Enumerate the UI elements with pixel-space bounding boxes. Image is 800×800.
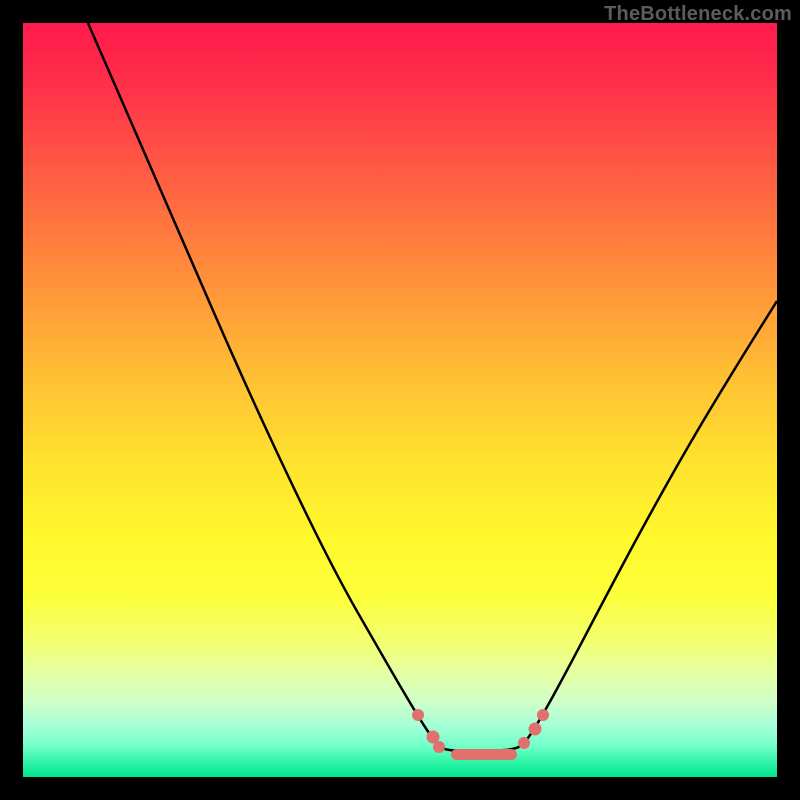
curve-layer xyxy=(23,23,777,777)
marker-group xyxy=(412,709,549,760)
bottleneck-curve xyxy=(88,23,777,751)
curve-marker-bar xyxy=(451,749,517,760)
curve-marker-dot xyxy=(537,709,549,721)
curve-marker-dot xyxy=(412,709,424,721)
plot-area xyxy=(23,23,777,777)
curve-marker-dot xyxy=(433,741,445,753)
chart-frame: TheBottleneck.com xyxy=(0,0,800,800)
curve-marker-dot xyxy=(529,723,542,736)
curve-marker-dot xyxy=(518,737,530,749)
watermark-text: TheBottleneck.com xyxy=(604,3,792,26)
